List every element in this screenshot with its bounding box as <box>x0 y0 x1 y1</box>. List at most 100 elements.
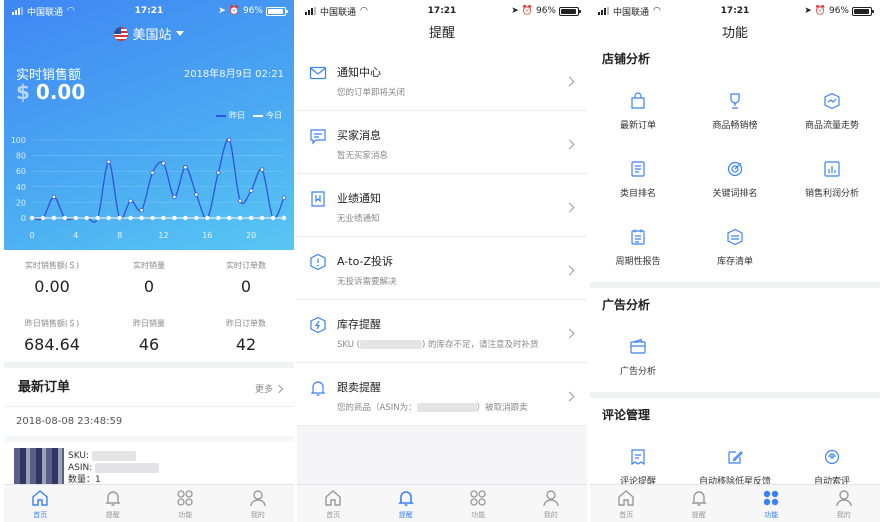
alert-item-buyer-messages[interactable]: 买家消息 暂无买家消息 <box>297 111 587 174</box>
stat-realtime-units: 实时销量 0 <box>101 260 197 296</box>
wifi-icon: ◠ <box>67 6 75 16</box>
tab-alerts[interactable]: 提醒 <box>77 485 150 522</box>
order-item[interactable]: SKU: ASIN: 数量：1 <box>68 450 160 486</box>
func-latest-orders[interactable]: 最新订单 <box>590 92 686 131</box>
alert-item-inventory[interactable]: 库存提醒 SKU () 的库存不足，请注意及时补货 <box>297 300 587 363</box>
func-auto-remove-feedback[interactable]: 自动移除低星反馈 <box>687 448 783 487</box>
request-icon <box>824 449 840 465</box>
site-selector[interactable]: 美国站 <box>4 24 294 43</box>
point-yesterday <box>259 167 265 172</box>
hourly-sales-chart: 0 20 40 60 80 100 0 4 8 12 16 20 <box>11 136 287 240</box>
y-tick-label: 80 <box>16 152 26 161</box>
point-yesterday <box>248 188 254 193</box>
func-bestsellers[interactable]: 商品畅销榜 <box>687 92 783 131</box>
tab-alerts[interactable]: 提醒 <box>663 485 736 522</box>
point-yesterday <box>139 207 144 213</box>
carrier-name: 中国联通 <box>613 7 650 18</box>
grid-icon <box>177 489 193 506</box>
point-today <box>150 215 155 221</box>
stat-yesterday-sales: 昨日销售额(＄) 684.64 <box>4 318 100 354</box>
point-today <box>237 215 243 221</box>
order-time: 2018-08-08 23:48:59 <box>16 416 123 427</box>
chevron-right-icon <box>564 139 575 150</box>
func-review-alert[interactable]: 评论提醒 <box>590 448 686 487</box>
func-category-rank[interactable]: 类目排名 <box>590 160 686 199</box>
stat-yesterday-orders: 昨日订单数 42 <box>198 318 294 354</box>
alert-list: 通知中心 您的订单即将关闭 买家消息 暂无买家消息 业绩通知 无业绩通知 A-t… <box>297 48 587 426</box>
wallet-icon <box>630 338 646 354</box>
redacted-asin <box>416 403 477 412</box>
tab-functions[interactable]: 功能 <box>735 485 808 522</box>
alert-item-follow-sell[interactable]: 跟卖提醒 您的商品（ASIN为： ）被取消跟卖 <box>297 363 587 426</box>
grid-icon <box>764 490 779 505</box>
func-ad-analysis[interactable]: 广告分析 <box>590 338 686 377</box>
point-today <box>106 215 111 221</box>
realtime-date: 2018年8月9日 02:21 <box>183 69 284 80</box>
bell-icon <box>691 490 707 506</box>
func-keyword-rank[interactable]: 关键词排名 <box>687 160 783 199</box>
tab-alerts[interactable]: 提醒 <box>370 485 443 522</box>
alert-title: 库存提醒 <box>337 318 381 331</box>
point-today <box>128 215 133 221</box>
func-auto-request-review[interactable]: 自动索评 <box>784 448 880 487</box>
alert-title: A-to-Z投诉 <box>337 255 394 268</box>
alert-item-performance[interactable]: 业绩通知 无业绩通知 <box>297 174 587 237</box>
point-yesterday <box>183 165 188 170</box>
point-today <box>73 215 79 221</box>
point-yesterday <box>281 195 287 200</box>
alert-title: 业绩通知 <box>337 192 381 205</box>
wifi-icon: ◠ <box>360 6 368 16</box>
stat-value: 0 <box>240 277 252 296</box>
page-title: 提醒 <box>297 22 587 48</box>
x-tick-label: 20 <box>246 231 256 240</box>
ad-analysis-title: 广告分析 <box>602 298 651 312</box>
point-today <box>205 215 210 221</box>
battery-percent: 96% <box>535 6 556 16</box>
func-periodic-report[interactable]: 周期性报告 <box>590 228 686 267</box>
x-tick-label: 12 <box>158 231 168 240</box>
point-yesterday <box>150 170 155 175</box>
tab-home[interactable]: 首页 <box>297 485 370 522</box>
redacted-sku <box>91 450 136 461</box>
site-name: 美国站 <box>132 28 172 43</box>
point-today <box>194 215 199 221</box>
tab-me[interactable]: 我的 <box>515 485 588 522</box>
tab-home[interactable]: 首页 <box>590 485 663 522</box>
point-today <box>183 215 188 221</box>
currency-symbol: $ <box>16 80 30 104</box>
alert-subtitle: 您的商品（ASIN为： ）被取消跟卖 <box>337 403 528 413</box>
alert-item-notification-center[interactable]: 通知中心 您的订单即将关闭 <box>297 48 587 111</box>
divider <box>4 406 294 407</box>
legend-today: 今日 <box>253 110 282 121</box>
location-icon: ➤ <box>511 6 519 16</box>
tab-functions[interactable]: 功能 <box>149 485 222 522</box>
alert-title: 买家消息 <box>337 129 381 142</box>
stat-realtime-orders: 实时订单数 0 <box>198 260 294 296</box>
tab-me[interactable]: 我的 <box>222 485 295 522</box>
inventory-icon <box>727 228 743 246</box>
func-traffic-trend[interactable]: 商品流量走势 <box>784 92 880 131</box>
mail-icon <box>309 66 327 80</box>
wifi-icon: ◠ <box>653 6 661 16</box>
tab-me[interactable]: 我的 <box>808 485 881 522</box>
func-profit-analysis[interactable]: 销售利润分析 <box>784 160 880 199</box>
alert-item-a-to-z[interactable]: A-to-Z投诉 无投诉需要解决 <box>297 237 587 300</box>
stat-label: 实时销量 <box>133 261 165 270</box>
more-orders-link[interactable]: 更多 <box>254 382 284 395</box>
point-yesterday <box>128 198 133 204</box>
trend-icon <box>824 92 840 110</box>
divider <box>590 282 880 288</box>
product-thumbnail[interactable] <box>14 448 64 488</box>
func-inventory-list[interactable]: 库存清单 <box>687 228 783 267</box>
grid-icon <box>470 489 486 506</box>
chevron-right-icon <box>274 384 284 393</box>
review-management-title: 评论管理 <box>602 408 651 422</box>
more-label: 更多 <box>254 385 273 395</box>
point-yesterday <box>194 192 199 197</box>
review-icon <box>631 449 645 466</box>
tab-functions[interactable]: 功能 <box>442 485 515 522</box>
chart-legend: 昨日 今日 <box>216 110 282 121</box>
home-screen: 中国联通 ◠ 17:21 ➤ ⏰ 96% 美国站 实时销售额 2018年8月9日… <box>4 0 294 522</box>
tab-home[interactable]: 首页 <box>4 485 77 522</box>
alert-subtitle: SKU () 的库存不足，请注意及时补货 <box>337 340 539 350</box>
